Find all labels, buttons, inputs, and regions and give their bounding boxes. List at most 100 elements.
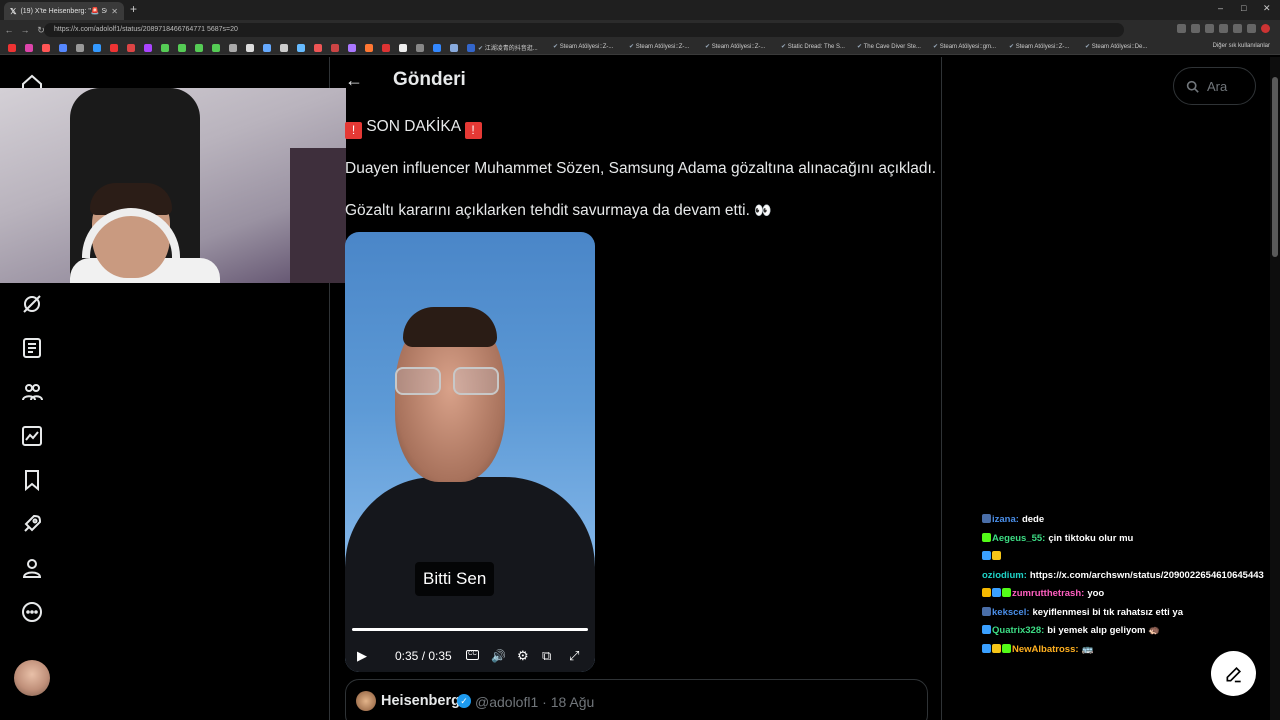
video-progress-bar[interactable] [352,628,588,631]
bookmark-icon[interactable] [8,44,16,52]
bookmark-icon[interactable] [110,44,118,52]
bookmark-icon[interactable] [229,44,237,52]
chat-badge-icon [982,514,991,523]
forward-nav-icon[interactable]: → [18,25,32,35]
bookmark-icon[interactable] [382,44,390,52]
chat-username: zumrutthetrash: [1012,588,1085,599]
back-button[interactable]: ← [345,70,363,91]
new-tab-button[interactable]: + [130,2,137,16]
bookmark-icon[interactable] [416,44,424,52]
bookmark-icon[interactable] [314,44,322,52]
bookmarks-icon[interactable] [20,468,44,492]
chat-badge-icon [982,606,991,616]
chat-badge-icon [982,532,991,542]
tab-title: (19) X'te Heisenberg: "🚨 SON DAKİ [20,8,107,15]
captions-icon[interactable]: CC [466,650,479,660]
back-nav-icon[interactable]: ← [2,25,16,35]
bookmark-icon[interactable] [348,44,356,52]
pip-icon[interactable]: ⧉ [542,648,551,664]
maximize-icon[interactable]: □ [1241,3,1246,13]
communities-icon[interactable] [20,380,44,404]
other-bookmarks[interactable]: Diğer sık kullanılanlar [1213,43,1270,49]
bookmark-icon[interactable] [59,44,67,52]
bookmark-icon[interactable] [450,44,458,52]
bookmark-item[interactable]: The Cave Diver Ste... [857,43,921,50]
profile-icon[interactable] [20,556,44,580]
bookmark-icon[interactable] [144,44,152,52]
chat-username: NewAlbatross: [1012,643,1079,655]
close-tab-icon[interactable]: ✕ [111,7,118,16]
bookmark-icon[interactable] [25,44,33,52]
search-box[interactable]: Ara [1173,67,1256,105]
address-bar-row: ← → ↻ https://x.com/adololf1/status/2089… [0,20,1280,40]
bookmark-item[interactable]: Steam Atölyesi::Z-... [553,43,614,50]
extension-icon[interactable] [1219,24,1228,33]
fullscreen-icon[interactable]: ⤢ [569,648,579,664]
chat-message-text: bi yemek alıp geliyom 🦔 [1047,625,1160,636]
bookmark-icon[interactable] [467,44,475,52]
bookmark-icon[interactable] [195,44,203,52]
video-time: 0:35 / 0:35 [395,649,452,663]
bookmark-icon[interactable] [365,44,373,52]
premium-icon[interactable] [20,424,44,448]
settings-icon[interactable]: ⚙ [517,648,529,664]
grok-icon[interactable] [20,292,44,316]
quoted-tweet[interactable]: Heisenberg ✓ @adolofl1 · 18 Ağu [345,679,928,720]
bookmark-icon[interactable] [127,44,135,52]
bookmark-icon[interactable] [331,44,339,52]
minimize-icon[interactable]: – [1218,3,1223,13]
bookmark-item[interactable]: Steam Atölyesi::gm... [933,43,996,50]
stream-chat-overlay: izana: dede Aegeus_55: çin tiktoku olur mu o… [982,511,1274,659]
more-icon[interactable] [20,600,44,624]
chat-badge-icon [982,625,991,634]
search-icon [1186,80,1199,93]
compose-button[interactable] [1211,651,1256,696]
tweet-body-line: Duayen influencer Muhammet Sözen, Samsun… [345,160,937,177]
quoted-avatar[interactable] [356,691,376,711]
bookmark-icon[interactable] [399,44,407,52]
bookmark-icon[interactable] [212,44,220,52]
bookmark-icon[interactable] [297,44,305,52]
bookmark-icon[interactable] [263,44,271,52]
chat-badge-icon [982,588,991,597]
bookmark-item[interactable]: Steam Atölyesi::Z-... [705,43,766,50]
chat-badge-icon [992,551,1001,560]
bookmark-icon[interactable] [280,44,288,52]
bookmark-icon[interactable] [93,44,101,52]
bookmark-icon[interactable] [42,44,50,52]
bookmark-item[interactable]: Static Dread: The S... [781,43,845,50]
tweet-body-text: Gözaltı kararını açıklarken tehdit savur… [345,202,750,219]
lists-icon[interactable] [20,336,44,360]
video-player[interactable]: Bitti Sen ▶ 0:35 / 0:35 CC 🔊 ⚙ ⧉ ⤢ [345,232,595,672]
bookmark-icon[interactable] [246,44,254,52]
bookmark-icon[interactable] [433,44,441,52]
rocket-icon[interactable] [20,512,44,536]
bookmark-item[interactable]: 江湖凌青的抖音逛... [478,43,538,52]
play-icon[interactable]: ▶ [357,648,367,664]
bookmark-icon[interactable] [178,44,186,52]
url-field[interactable]: https://x.com/adololf1/status/2089718466… [44,23,1124,37]
bookmark-item[interactable]: Steam Atölyesi::Z-... [629,43,690,50]
extension-icon[interactable] [1261,24,1270,33]
scrollbar-thumb[interactable] [1272,77,1278,257]
extension-icon[interactable] [1233,24,1242,33]
chat-username: kekscel: [992,606,1030,618]
extension-icon[interactable] [1247,24,1256,33]
video-caption: Bitti Sen [415,562,495,596]
bookmark-item[interactable]: Steam Atölyesi::De... [1085,43,1148,50]
account-avatar[interactable] [14,660,50,696]
extension-icon[interactable] [1177,24,1186,33]
close-window-icon[interactable]: ✕ [1263,3,1271,14]
bookmark-icon[interactable] [161,44,169,52]
chat-message-text: yoo [1087,588,1105,599]
quoted-author-name[interactable]: Heisenberg [381,693,460,709]
tweet-headline: ! SON DAKİKA ! [345,118,482,139]
browser-tab[interactable]: 𝕏 (19) X'te Heisenberg: "🚨 SON DAKİ ✕ [4,2,124,20]
bookmark-icon[interactable] [76,44,84,52]
extension-icon[interactable] [1191,24,1200,33]
chat-message-text: https://x.com/archswn/status/20900226546… [1029,569,1264,581]
volume-icon[interactable]: 🔊 [491,649,506,663]
bookmark-item[interactable]: Steam Atölyesi::Z-... [1009,43,1070,50]
siren-icon: ! [464,122,482,139]
extension-icon[interactable] [1205,24,1214,33]
